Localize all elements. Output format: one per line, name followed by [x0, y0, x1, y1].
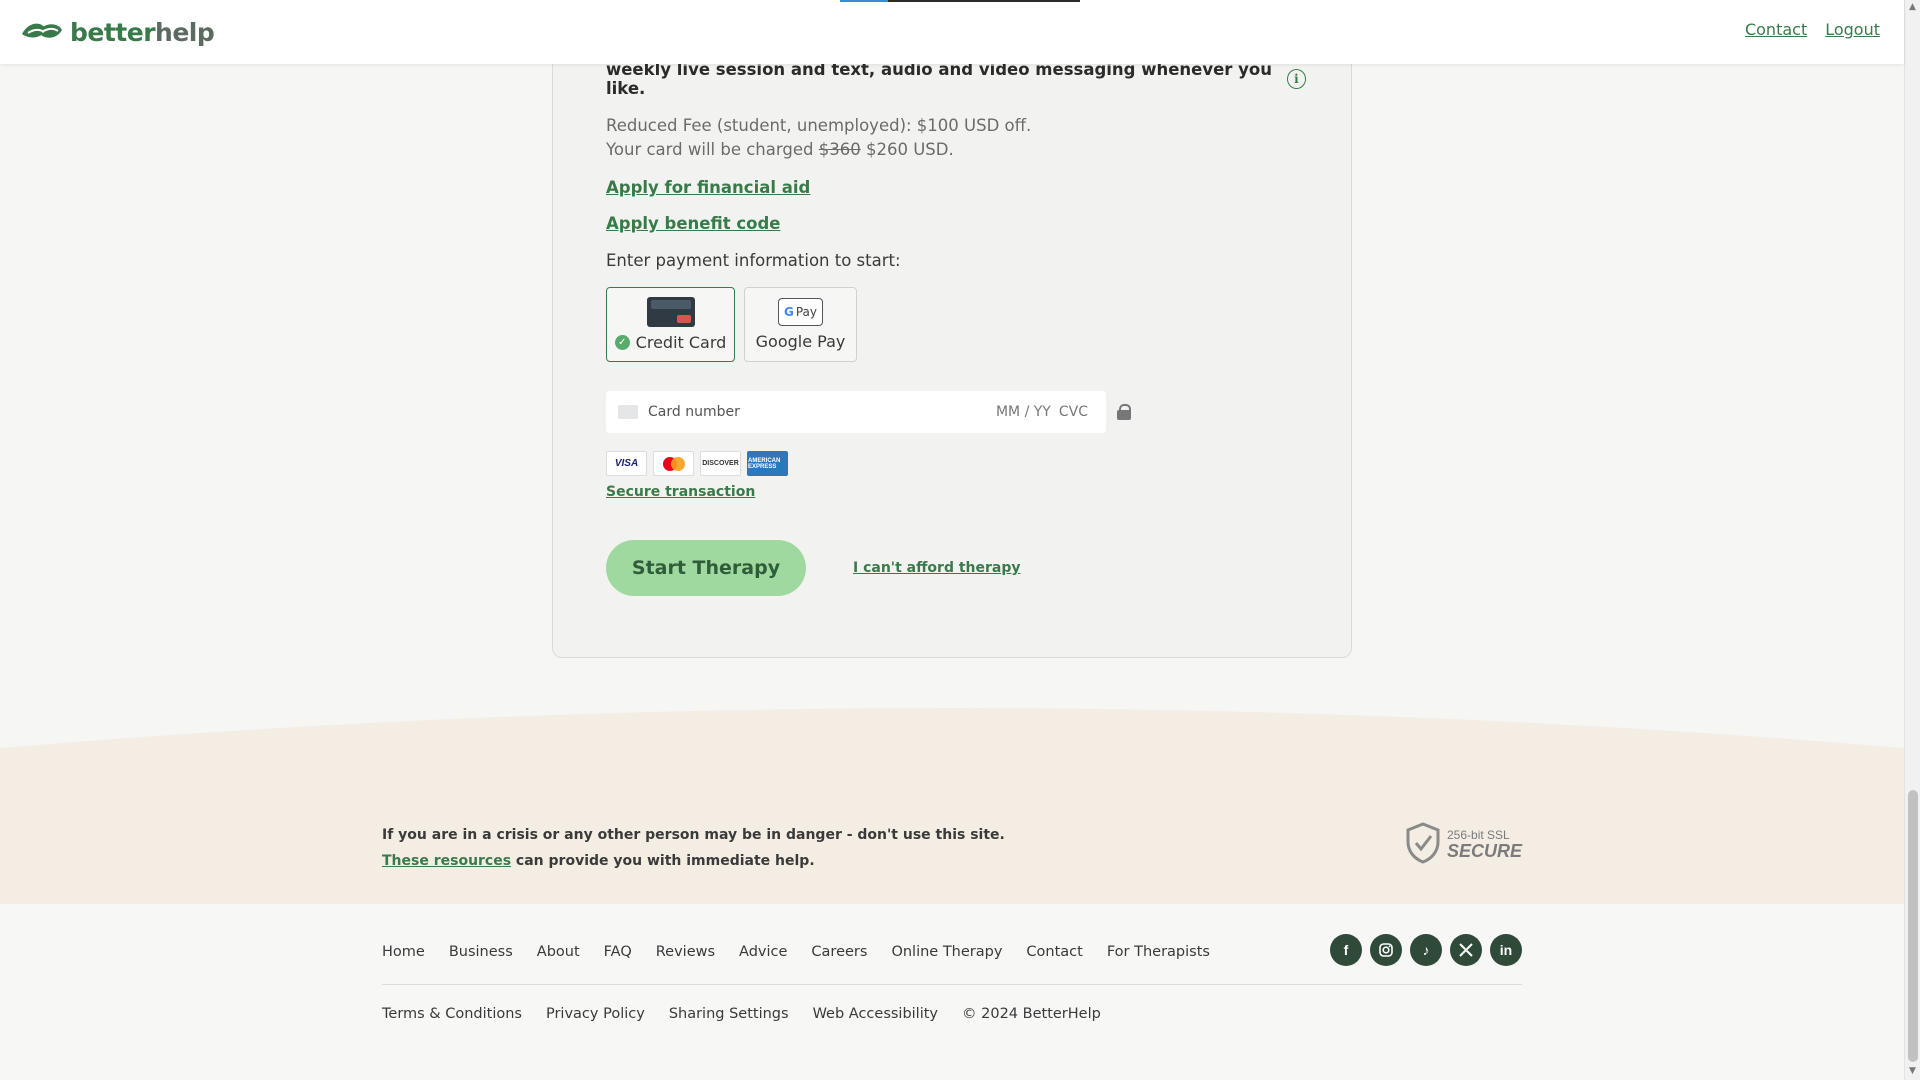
social-links: f ♪ in: [1330, 934, 1522, 966]
footer-legal: Terms & Conditions Privacy Policy Sharin…: [382, 1006, 1101, 1022]
progress-bar: [840, 0, 1080, 2]
betterhelp-logo[interactable]: betterhelp: [18, 16, 215, 48]
footer-link-for-therapists[interactable]: For Therapists: [1107, 944, 1210, 960]
footer-link-home[interactable]: Home: [382, 944, 425, 960]
start-therapy-button[interactable]: Start Therapy: [606, 540, 806, 596]
copyright-text: © 2024 BetterHelp: [962, 1006, 1101, 1022]
check-icon: ✓: [614, 335, 630, 350]
header-links: Contact Logout: [1745, 20, 1880, 39]
page-scrollbar[interactable]: ▲ ▼: [1904, 0, 1920, 1080]
expiry-field[interactable]: MM / YY: [996, 404, 1051, 420]
crisis-line-2: These resources can provide you with imm…: [382, 853, 815, 869]
lock-icon: [1116, 404, 1132, 420]
google-pay-icon: G Pay: [778, 298, 823, 326]
fee-details: Reduced Fee (student, unemployed): $100 …: [606, 114, 1306, 162]
ssl-badge: 256-bit SSL SECURE: [1405, 822, 1522, 864]
amex-icon: AMERICAN EXPRESS: [747, 451, 788, 476]
facebook-icon[interactable]: f: [1330, 934, 1362, 966]
credit-card-label: Credit Card: [635, 333, 727, 352]
resources-link[interactable]: These resources: [382, 853, 511, 869]
site-header: betterhelp Contact Logout: [0, 0, 1904, 64]
site-footer: Home Business About FAQ Reviews Advice C…: [0, 904, 1904, 1080]
footer-link-online-therapy[interactable]: Online Therapy: [891, 944, 1002, 960]
charge-text: Your card will be charged $360 $260 USD.: [606, 140, 954, 159]
plan-description: weekly live session and text, audio and …: [606, 60, 1306, 98]
scroll-down-icon[interactable]: ▼: [1909, 1066, 1916, 1076]
linkedin-icon[interactable]: in: [1490, 934, 1522, 966]
privacy-link[interactable]: Privacy Policy: [546, 1006, 645, 1022]
payment-prompt: Enter payment information to start:: [606, 251, 901, 270]
footer-link-careers[interactable]: Careers: [811, 944, 867, 960]
mastercard-icon: [653, 451, 694, 476]
original-price: $360: [818, 140, 861, 159]
credit-card-option[interactable]: ✓ Credit Card: [606, 287, 735, 362]
footer-link-business[interactable]: Business: [449, 944, 513, 960]
contact-link[interactable]: Contact: [1745, 20, 1807, 39]
footer-link-faq[interactable]: FAQ: [604, 944, 632, 960]
footer-link-reviews[interactable]: Reviews: [656, 944, 715, 960]
shield-check-icon: [1406, 822, 1440, 864]
secure-transaction-link[interactable]: Secure transaction: [606, 484, 755, 500]
discounted-price: $260 USD.: [865, 140, 954, 159]
benefit-code-link[interactable]: Apply benefit code: [606, 214, 780, 233]
card-input-field[interactable]: Card number MM / YY CVC: [606, 391, 1106, 433]
leaf-logo-icon: [22, 23, 62, 38]
financial-aid-link[interactable]: Apply for financial aid: [606, 178, 810, 197]
crisis-notice: If you are in a crisis or any other pers…: [382, 822, 1005, 874]
discover-icon: DISCOVER: [700, 451, 741, 476]
info-icon[interactable]: i: [1286, 69, 1306, 89]
terms-link[interactable]: Terms & Conditions: [382, 1006, 522, 1022]
footer-nav: Home Business About FAQ Reviews Advice C…: [382, 944, 1210, 960]
visa-icon: VISA: [606, 451, 647, 476]
footer-link-about[interactable]: About: [537, 944, 580, 960]
crisis-line-1: If you are in a crisis or any other pers…: [382, 827, 1005, 843]
instagram-icon[interactable]: [1370, 934, 1402, 966]
footer-link-advice[interactable]: Advice: [739, 944, 787, 960]
scroll-thumb[interactable]: [1908, 790, 1918, 1062]
tiktok-icon[interactable]: ♪: [1410, 934, 1442, 966]
google-pay-option[interactable]: G Pay Google Pay: [744, 287, 857, 362]
logo-text: betterhelp: [70, 17, 215, 47]
card-icon: [618, 405, 638, 419]
ssl-line-2: SECURE: [1447, 841, 1523, 861]
payment-methods: ✓ Credit Card G Pay Google Pay: [606, 287, 1306, 362]
plan-description-text: weekly live session and text, audio and …: [606, 60, 1273, 98]
card-entry-row: Card number MM / YY CVC: [606, 391, 1306, 433]
cant-afford-link[interactable]: I can't afford therapy: [853, 560, 1021, 576]
payment-content: weekly live session and text, audio and …: [606, 60, 1306, 596]
credit-card-icon: [646, 297, 695, 327]
cvc-field[interactable]: CVC: [1059, 404, 1088, 420]
footer-divider: [382, 984, 1522, 985]
web-accessibility-link[interactable]: Web Accessibility: [813, 1006, 938, 1022]
footer-link-contact[interactable]: Contact: [1026, 944, 1082, 960]
x-icon[interactable]: [1450, 934, 1482, 966]
card-number-field[interactable]: Card number: [648, 404, 996, 420]
google-pay-label: Google Pay: [755, 332, 846, 351]
sharing-settings-link[interactable]: Sharing Settings: [669, 1006, 789, 1022]
reduced-fee-text: Reduced Fee (student, unemployed): $100 …: [606, 116, 1032, 135]
scroll-up-icon[interactable]: ▲: [1909, 2, 1916, 12]
logout-link[interactable]: Logout: [1825, 20, 1880, 39]
band-curve: [0, 708, 1904, 748]
card-brands: VISA DISCOVER AMERICAN EXPRESS: [606, 451, 1306, 476]
actions-row: Start Therapy I can't afford therapy: [606, 540, 1306, 596]
